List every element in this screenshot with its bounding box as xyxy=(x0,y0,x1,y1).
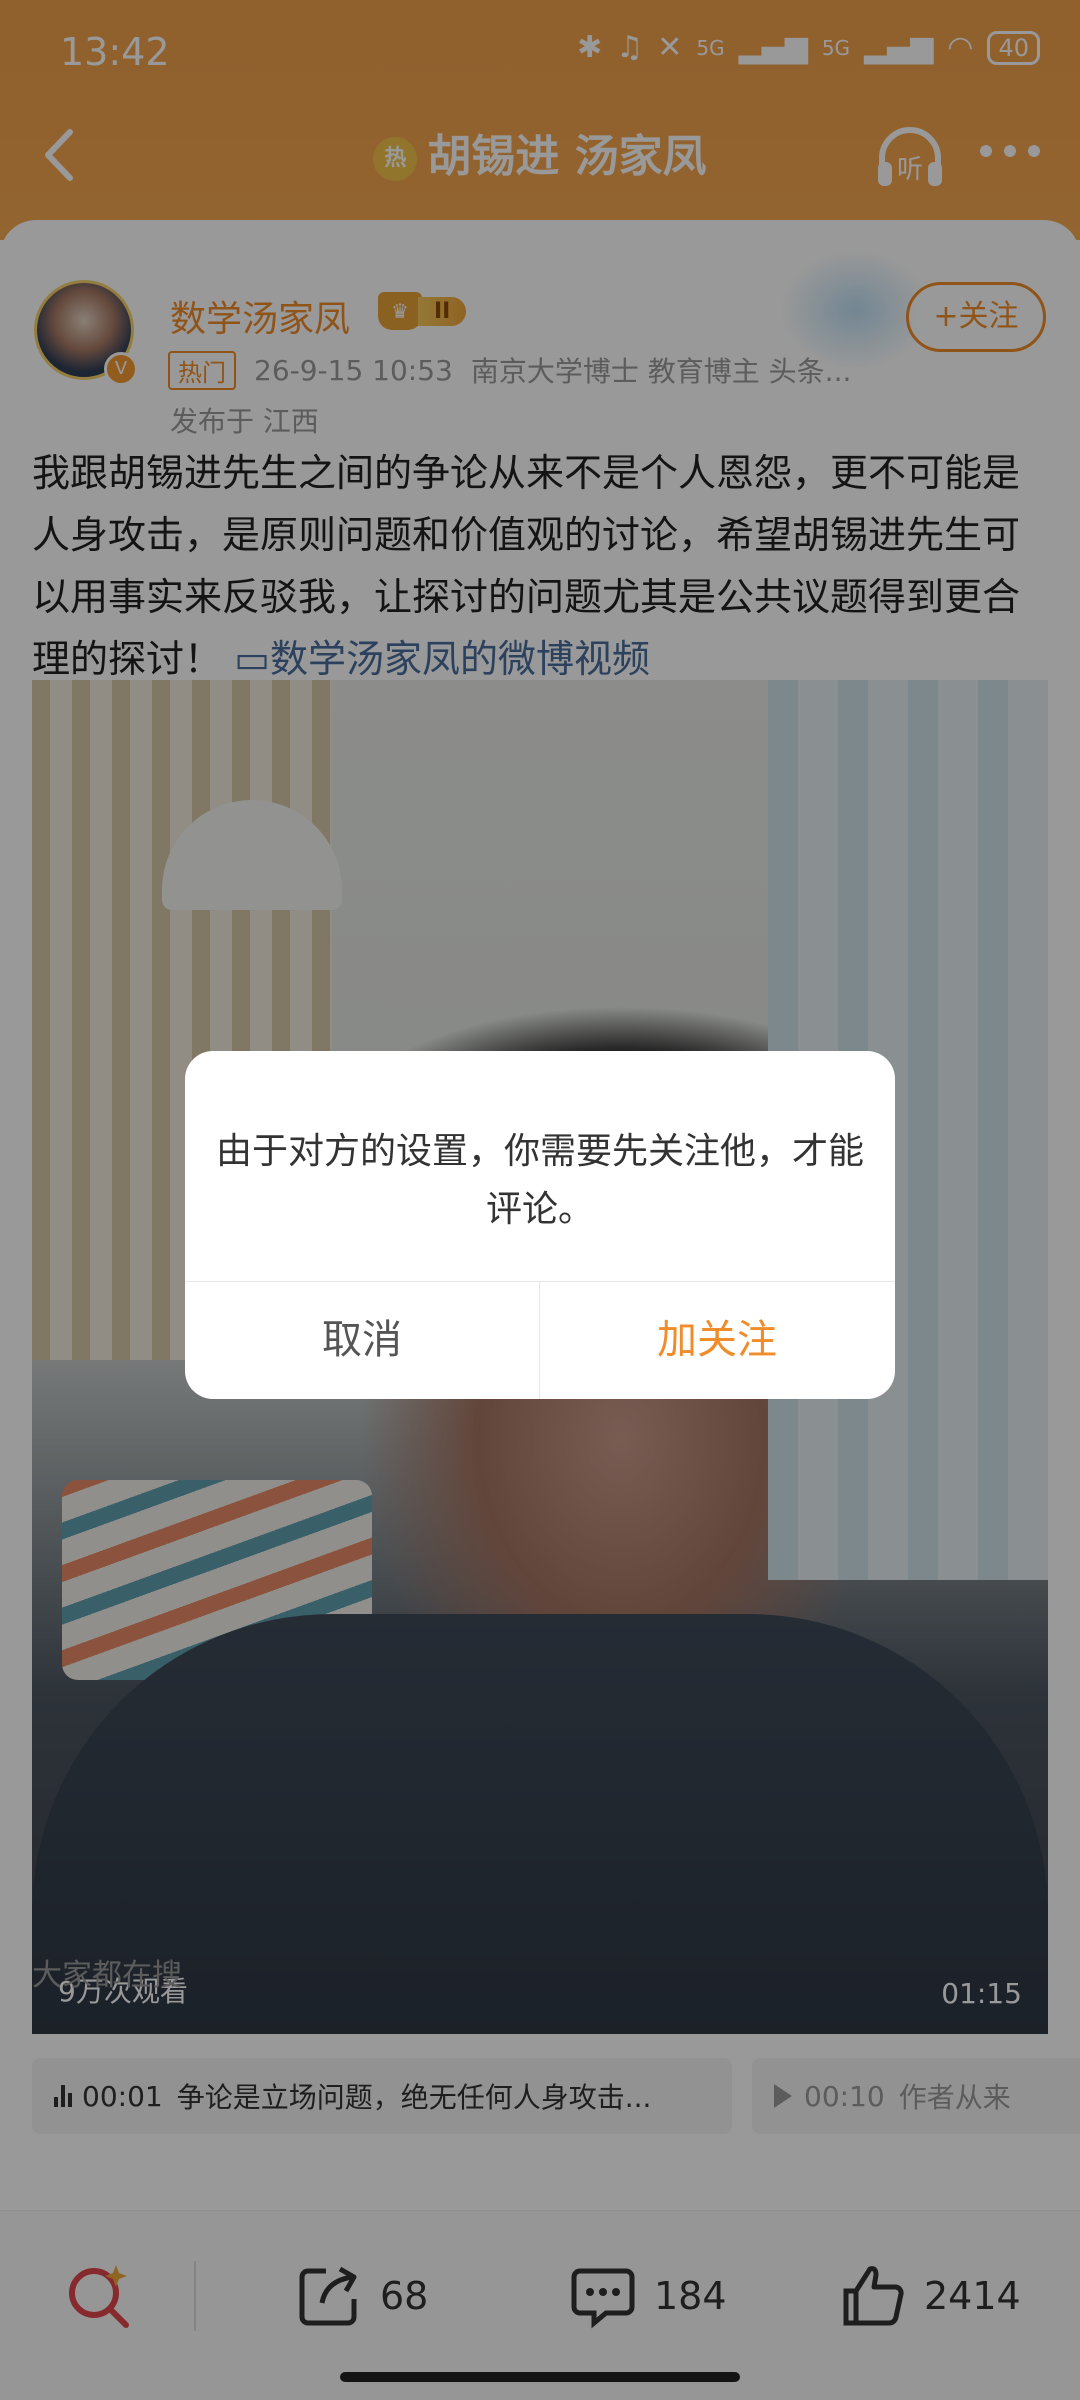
follow-required-dialog: 由于对方的设置，你需要先关注他，才能评论。 取消 加关注 xyxy=(185,1051,895,1399)
dialog-message: 由于对方的设置，你需要先关注他，才能评论。 xyxy=(215,1131,864,1230)
cancel-button[interactable]: 取消 xyxy=(185,1282,539,1399)
follow-confirm-button[interactable]: 加关注 xyxy=(540,1282,894,1399)
